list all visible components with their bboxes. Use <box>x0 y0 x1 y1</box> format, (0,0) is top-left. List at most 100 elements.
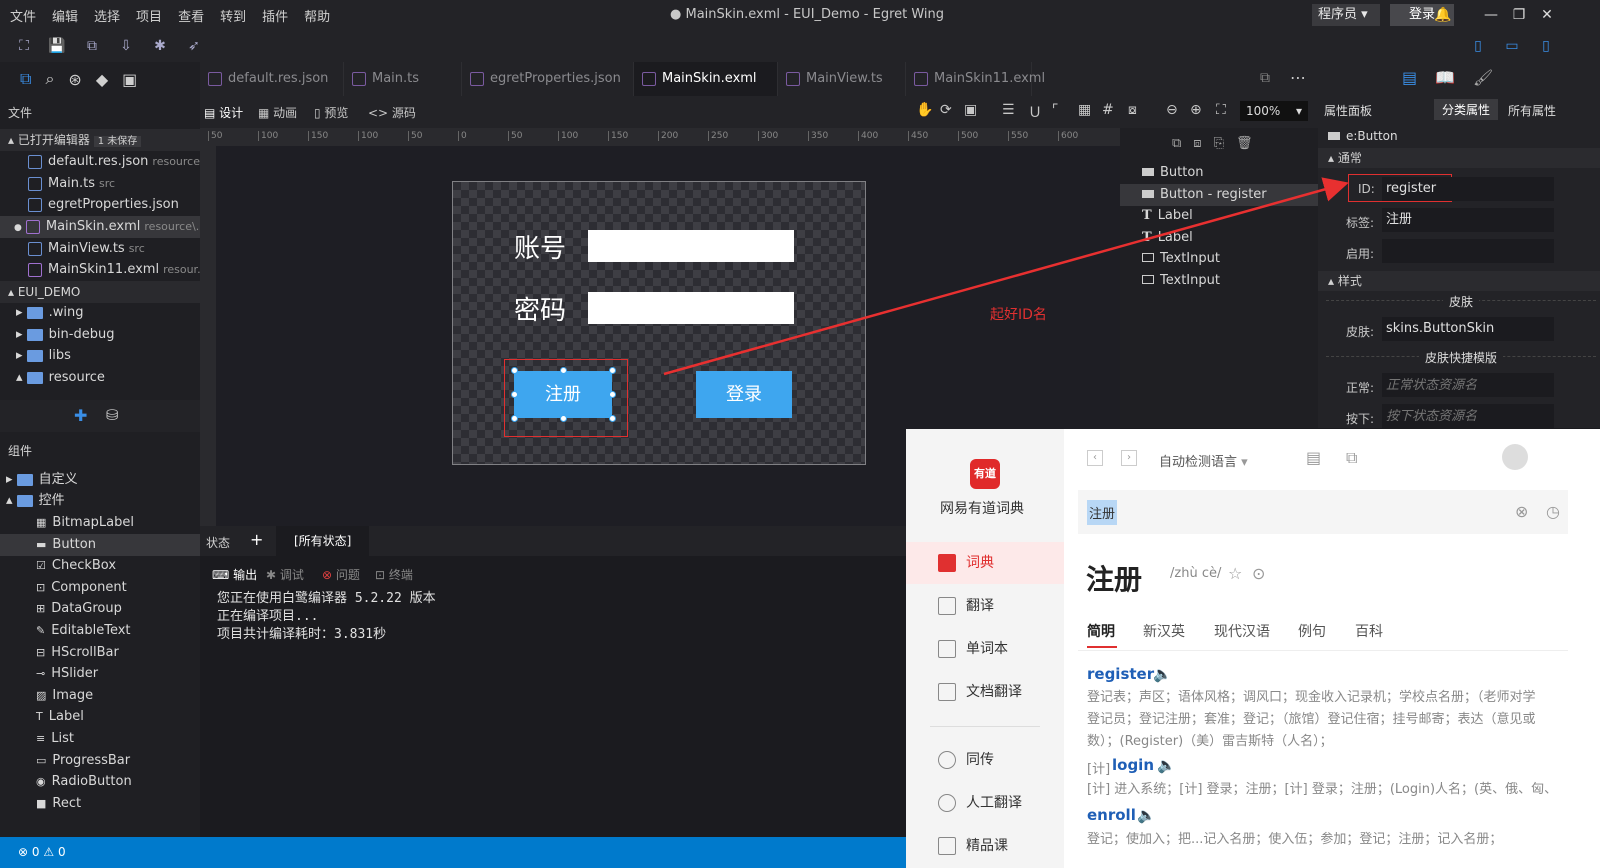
resize-handle[interactable] <box>511 391 518 398</box>
open-file-mainskin11[interactable]: MainSkin11.exml resour... <box>28 259 208 281</box>
resize-handle[interactable] <box>609 415 616 422</box>
screenshot-icon[interactable]: ⧉ <box>1346 448 1357 468</box>
speaker-icon[interactable]: 🔈 <box>1153 665 1172 683</box>
tab-main-ts[interactable]: Main.ts <box>344 62 462 96</box>
tab-new-cn-en[interactable]: 新汉英 <box>1143 621 1185 641</box>
resize-handle[interactable] <box>609 367 616 374</box>
tab-design[interactable]: ▤ 设计 <box>204 104 243 121</box>
control-item-image[interactable]: ▨ Image <box>36 685 93 707</box>
refresh-icon[interactable]: ⟳ <box>940 102 952 118</box>
outline-item-textinput[interactable]: TextInput <box>1142 270 1220 292</box>
nav-interpret[interactable]: 同传 <box>906 739 1064 781</box>
back-icon[interactable]: ‹ <box>1087 450 1103 466</box>
fit-icon[interactable]: ▣ <box>964 102 977 118</box>
ruler-icon[interactable]: ⌜ <box>1052 102 1059 118</box>
tab-animation[interactable]: ▦ 动画 <box>258 104 297 121</box>
bell-icon[interactable]: 🔔 <box>1432 4 1454 26</box>
copy-icon[interactable]: ⎘ <box>1214 136 1224 151</box>
menu-view[interactable]: 查看 <box>178 6 204 25</box>
control-item-bitmaplabel[interactable]: ▦ BitmapLabel <box>36 512 134 534</box>
open-file-mainview[interactable]: MainView.ts src <box>28 238 145 260</box>
menu-help[interactable]: 帮助 <box>304 6 330 25</box>
layout-right-icon[interactable]: ▯ <box>1536 36 1556 56</box>
guides-icon[interactable]: # <box>1102 102 1114 118</box>
layout-bottom-icon[interactable]: ▭ <box>1502 36 1522 56</box>
outline-item-textinput[interactable]: TextInput <box>1142 248 1220 270</box>
search-query[interactable]: 注册 <box>1087 500 1118 525</box>
more-icon[interactable]: ⋯ <box>1290 68 1306 87</box>
image-icon[interactable]: ⧇ <box>1128 102 1137 118</box>
star-icon[interactable]: ☆ <box>1228 564 1242 583</box>
align-icon[interactable]: ☰ <box>1002 102 1015 118</box>
tab-concise[interactable]: 简明 <box>1087 621 1115 641</box>
tag-field[interactable]: 注册 <box>1382 208 1554 232</box>
menu-plugins[interactable]: 插件 <box>262 6 288 25</box>
control-item-hslider[interactable]: ⊸ HSlider <box>36 663 98 685</box>
resize-handle[interactable] <box>511 415 518 422</box>
folder-bin-debug[interactable]: ▸ bin-debug <box>16 324 114 346</box>
folder-wing[interactable]: ▸ .wing <box>16 302 84 324</box>
problems-count[interactable]: ⊗ 0 ⚠ 0 <box>18 845 66 859</box>
brush-icon[interactable]: 🖌 <box>1473 68 1493 87</box>
password-textinput[interactable] <box>588 292 794 324</box>
hand-icon[interactable]: ✋ <box>916 102 933 118</box>
nav-courses[interactable]: 精品课 <box>906 825 1064 868</box>
library-icon[interactable]: ⛁ <box>106 406 119 424</box>
control-item-radiobutton[interactable]: ◉ RadioButton <box>36 771 132 793</box>
enabled-field[interactable] <box>1382 239 1554 263</box>
control-item-rect[interactable]: ■ Rect <box>36 793 81 815</box>
control-item-datagroup[interactable]: ⊞ DataGroup <box>36 598 122 620</box>
debug-panel-icon[interactable]: ⊛ <box>68 70 81 89</box>
avatar[interactable] <box>1502 444 1528 470</box>
zoom-in-icon[interactable]: ⊕ <box>1190 102 1202 118</box>
control-item-checkbox[interactable]: ☑ CheckBox <box>36 555 116 577</box>
tab-encyclopedia[interactable]: 百科 <box>1355 621 1383 641</box>
zoom-select[interactable]: 100% ▾ <box>1240 101 1308 121</box>
extensions-icon[interactable]: ▣ <box>122 70 137 89</box>
ungroup-icon[interactable]: ⧈ <box>1193 136 1201 151</box>
search-icon[interactable]: ⌕ <box>45 69 54 89</box>
control-item-list[interactable]: ≡ List <box>36 728 74 750</box>
tab-mainview[interactable]: MainView.ts <box>778 62 906 96</box>
open-editors-header[interactable]: ▴ 已打开编辑器 1 未保存 <box>0 129 200 151</box>
save-icon[interactable]: 💾 <box>47 36 67 56</box>
entry-word[interactable]: enroll <box>1087 806 1136 824</box>
control-item-progressbar[interactable]: ▭ ProgressBar <box>36 750 130 772</box>
control-item-hscrollbar[interactable]: ⊟ HScrollBar <box>36 642 119 664</box>
restore-icon[interactable]: ❐ <box>1508 4 1530 26</box>
account-label[interactable]: 账号 <box>514 228 566 265</box>
tab-egret-properties[interactable]: egretProperties.json <box>462 62 634 96</box>
tab-source[interactable]: <> 源码 <box>368 104 416 121</box>
tab-terminal[interactable]: ⊡ 终端 <box>375 566 413 583</box>
book-icon[interactable]: 📖 <box>1435 68 1455 87</box>
outline-item-button[interactable]: Button <box>1142 162 1204 184</box>
control-item-editabletext[interactable]: ✎ EditableText <box>36 620 131 642</box>
resize-handle[interactable] <box>560 367 567 374</box>
clear-icon[interactable]: ⊗ <box>1515 502 1528 521</box>
group-icon[interactable]: ⧉ <box>1172 136 1181 151</box>
tab-mainskin11[interactable]: MainSkin11.exml <box>906 62 1045 96</box>
explorer-icon[interactable]: ⧉ <box>20 69 31 89</box>
save-all-icon[interactable]: ⧉ <box>82 36 102 56</box>
fit-screen-icon[interactable]: ⛶ <box>1216 102 1226 118</box>
section-general[interactable]: ▴ 通常 <box>1318 148 1600 168</box>
folder-libs[interactable]: ▸ libs <box>16 345 71 367</box>
nav-human-translate[interactable]: 人工翻译 <box>906 782 1064 824</box>
down-state-input[interactable] <box>1382 404 1554 428</box>
tab-category-props[interactable]: 分类属性 <box>1434 99 1499 120</box>
delete-icon[interactable]: 🗑 <box>1236 136 1253 151</box>
forward-icon[interactable]: › <box>1121 450 1137 466</box>
nav-wordbook[interactable]: 单词本 <box>906 628 1064 670</box>
tab-examples[interactable]: 例句 <box>1298 621 1326 641</box>
dictionary-search-bar[interactable] <box>1078 490 1568 534</box>
clipboard-icon[interactable]: ▤ <box>1306 448 1321 467</box>
group-controls[interactable]: ▴ 控件 <box>6 490 65 512</box>
layout-left-icon[interactable]: ▯ <box>1468 36 1488 56</box>
speaker-icon[interactable]: 🔈 <box>1137 806 1156 824</box>
open-file-main-ts[interactable]: Main.ts src <box>28 173 115 195</box>
properties-icon[interactable]: ▤ <box>1402 68 1417 87</box>
id-field[interactable]: register <box>1382 177 1554 201</box>
language-select[interactable]: 自动检测语言 ▾ <box>1159 451 1248 470</box>
more-circle-icon[interactable]: ⊙ <box>1252 564 1265 583</box>
zoom-out-icon[interactable]: ⊖ <box>1166 102 1178 118</box>
